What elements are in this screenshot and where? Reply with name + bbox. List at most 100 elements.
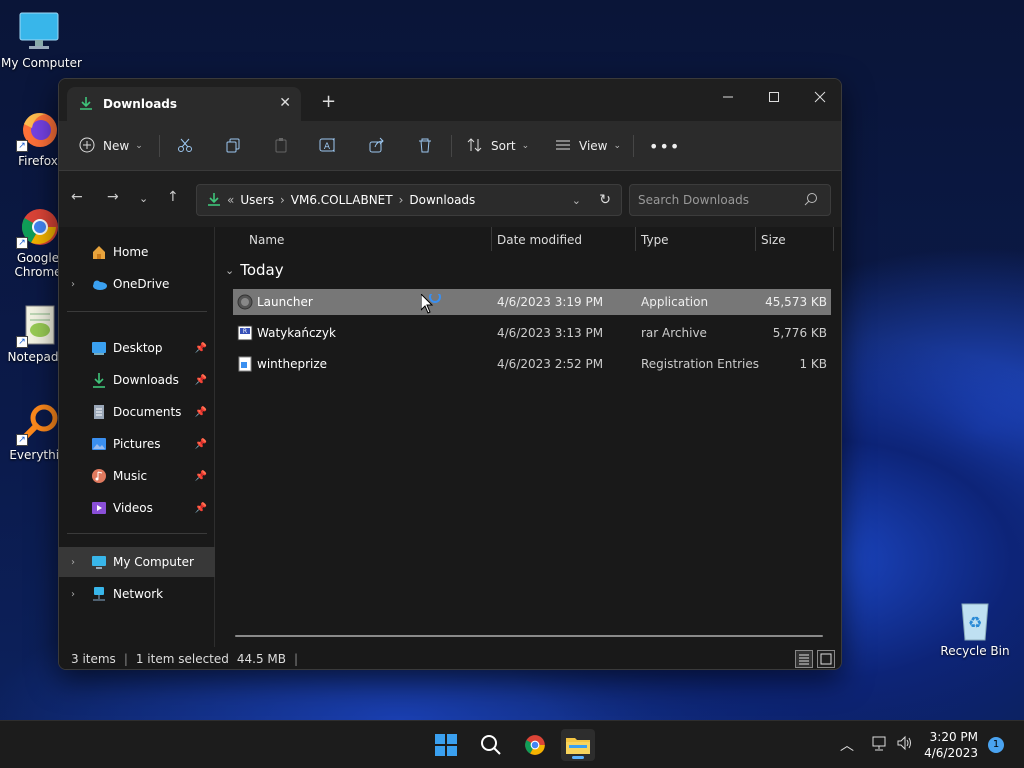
minimize-icon[interactable] [705,83,751,111]
column-header-name[interactable]: Name [249,227,489,253]
navigation-pane: Home › OneDrive Desktop 📌 Downloads 📌 Do… [59,227,215,647]
chevron-right-icon[interactable]: › [71,557,75,568]
nav-item-label: Home [113,245,149,259]
column-header-label: Date modified [497,233,583,247]
search-icon [804,192,818,209]
nav-item-network[interactable]: › Network [59,579,215,609]
breadcrumb-separator-icon[interactable]: › [399,193,404,207]
more-options-button[interactable]: ••• [649,134,680,158]
nav-item-music[interactable]: Music 📌 [59,461,215,491]
sort-button[interactable]: Sort ⌄ [467,134,529,158]
copy-button[interactable] [225,134,241,158]
pin-icon[interactable]: 📌 [195,375,207,386]
search-input[interactable]: Search Downloads [629,184,831,216]
column-header-date[interactable]: Date modified [497,227,633,253]
show-hidden-icons-chevron-icon[interactable]: ︿ [840,735,854,755]
notification-badge[interactable]: 1 [988,737,1004,753]
view-button[interactable]: View ⌄ [555,134,621,158]
view-button-label: View [579,139,608,153]
clock[interactable]: 3:20 PM 4/6/2023 [924,729,978,761]
rename-button[interactable]: A [319,134,337,158]
breadcrumb-vm6[interactable]: VM6.COLLABNET [291,193,393,207]
nav-item-my-computer[interactable]: › My Computer [59,547,215,577]
file-type: rar Archive [641,326,707,340]
title-bar[interactable]: Downloads ✕ + [59,79,841,121]
picture-icon [91,436,107,452]
file-explorer-folder-icon[interactable] [561,729,595,761]
chrome-icon[interactable] [518,729,552,761]
refresh-icon[interactable]: ↻ [599,192,611,208]
nav-item-label: My Computer [113,555,194,569]
recycle-bin-icon: ♻ [953,598,997,642]
desktop-icon-my-computer[interactable]: My Computer [1,10,82,70]
item-count: 3 items [71,652,116,666]
details-view-icon[interactable] [795,650,813,668]
nav-item-pictures[interactable]: Pictures 📌 [59,429,215,459]
application-icon [237,294,253,310]
shortcut-arrow-icon: ↗ [16,336,28,348]
video-icon [91,500,107,516]
tab-close-icon[interactable]: ✕ [279,95,291,111]
share-button[interactable] [369,134,385,158]
search-icon[interactable] [474,729,508,761]
group-header-label: Today [240,261,284,279]
nav-item-onedrive[interactable]: › OneDrive [59,269,215,299]
up-arrow-icon[interactable]: ↑ [167,189,179,205]
pin-icon[interactable]: 📌 [195,503,207,514]
file-row-wintheprize[interactable]: wintheprize 4/6/2023 2:52 PM Registratio… [233,351,831,377]
network-status-icon[interactable] [872,735,888,755]
shortcut-arrow-icon: ↗ [16,140,28,152]
pin-icon[interactable]: 📌 [195,439,207,450]
new-button[interactable]: New ⌄ [79,134,143,158]
tab-downloads[interactable]: Downloads ✕ [67,87,301,121]
nav-item-downloads[interactable]: Downloads 📌 [59,365,215,395]
pin-icon[interactable]: 📌 [195,343,207,354]
view-lines-icon [555,137,571,156]
address-bar[interactable]: « Users › VM6.COLLABNET › Downloads ⌄ ↻ [196,184,622,216]
close-window-icon[interactable] [797,83,841,111]
delete-button[interactable] [417,134,433,158]
column-header-size[interactable]: Size [761,227,831,253]
file-row-watykanczyk[interactable]: R Watykańczyk 4/6/2023 3:13 PM rar Archi… [233,320,831,346]
chevron-down-icon: ⌄ [225,263,235,277]
recent-locations-chevron-icon[interactable]: ⌄ [139,192,148,205]
chevron-down-icon: ⌄ [135,141,143,151]
chevron-right-icon[interactable]: › [71,589,75,600]
cut-button[interactable] [177,134,193,158]
file-date: 4/6/2023 2:52 PM [497,357,604,371]
breadcrumb-downloads[interactable]: Downloads [409,193,475,207]
file-date: 4/6/2023 3:19 PM [497,295,604,309]
file-row-launcher[interactable]: Launcher 4/6/2023 3:19 PM Application 45… [233,289,831,315]
breadcrumb-users[interactable]: Users [240,193,274,207]
volume-icon[interactable] [896,735,914,755]
registry-file-icon [237,356,253,372]
column-header-label: Name [249,233,285,247]
address-dropdown-chevron-icon[interactable]: ⌄ [572,194,581,207]
new-tab-plus-icon[interactable]: + [321,91,336,112]
home-icon [91,244,107,260]
desktop-icon-recycle-bin[interactable]: ♻ Recycle Bin [937,598,1013,658]
clock-date: 4/6/2023 [924,746,978,760]
nav-item-desktop[interactable]: Desktop 📌 [59,333,215,363]
document-icon [91,404,107,420]
nav-item-documents[interactable]: Documents 📌 [59,397,215,427]
chevron-down-icon: ⌄ [613,141,622,151]
column-header-type[interactable]: Type [641,227,753,253]
back-arrow-icon[interactable]: ← [71,189,83,205]
thumbnails-view-icon[interactable] [817,650,835,668]
start-windows-icon[interactable] [429,729,463,761]
scissors-icon [177,137,193,156]
breadcrumb-separator-icon[interactable]: › [280,193,285,207]
chevron-right-icon[interactable]: › [71,279,75,290]
forward-arrow-icon[interactable]: → [107,189,119,205]
nav-item-home[interactable]: Home [59,237,215,267]
pin-icon[interactable]: 📌 [195,407,207,418]
maximize-icon[interactable] [751,83,797,111]
paste-button[interactable] [273,134,289,158]
horizontal-scrollbar[interactable] [235,635,823,637]
pin-icon[interactable]: 📌 [195,471,207,482]
nav-item-videos[interactable]: Videos 📌 [59,493,215,523]
group-header-today[interactable]: ⌄ Today [225,261,284,279]
overflow-chevron-icon[interactable]: « [227,193,234,207]
shortcut-arrow-icon: ↗ [16,434,28,446]
